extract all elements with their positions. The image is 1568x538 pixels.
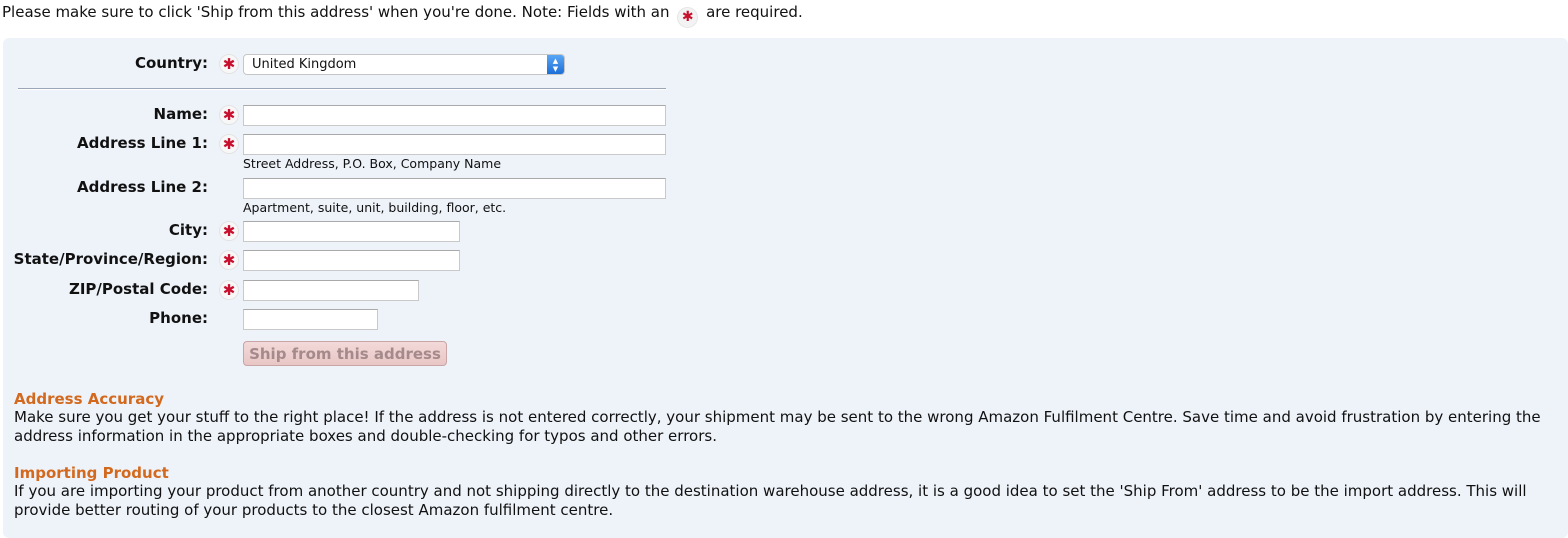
required-asterisk-icon: ✱ [219, 221, 239, 241]
address-line-2-input[interactable] [243, 178, 666, 199]
required-asterisk-icon: ✱ [219, 250, 239, 270]
importing-product-heading: Importing Product [14, 464, 169, 482]
ship-from-this-address-button[interactable]: Ship from this address [243, 341, 447, 366]
phone-input[interactable] [243, 309, 378, 330]
city-input[interactable] [243, 221, 460, 242]
section-divider [18, 88, 666, 90]
zip-postal-code-input[interactable] [243, 280, 419, 301]
zip-postal-code-label: ZIP/Postal Code: [68, 280, 208, 298]
country-select[interactable]: United Kingdom ▲ ▼ [243, 54, 565, 75]
required-asterisk-icon: ✱ [677, 7, 699, 28]
name-input[interactable] [243, 105, 666, 126]
country-select-value: United Kingdom [252, 57, 357, 72]
address-accuracy-heading: Address Accuracy [14, 390, 164, 408]
instruction-note: Please make sure to click 'Ship from thi… [2, 3, 803, 28]
importing-product-text: If you are importing your product from a… [14, 482, 1527, 519]
address-line-1-hint: Street Address, P.O. Box, Company Name [243, 156, 502, 171]
select-up-down-icon: ▲ ▼ [547, 55, 564, 74]
city-label: City: [168, 221, 208, 239]
instruction-text-before: Please make sure to click 'Ship from thi… [2, 3, 670, 21]
required-asterisk-icon: ✱ [219, 105, 239, 125]
name-label: Name: [153, 105, 208, 123]
instruction-text-after: are required. [706, 3, 803, 21]
address-line-2-hint: Apartment, suite, unit, building, floor,… [243, 200, 507, 215]
address-line-2-label: Address Line 2: [77, 178, 208, 196]
required-asterisk-icon: ✱ [219, 54, 239, 74]
address-accuracy-text: Make sure you get your stuff to the righ… [14, 408, 1541, 445]
required-asterisk-icon: ✱ [219, 280, 239, 300]
country-label: Country: [134, 54, 208, 72]
state-province-region-label: State/Province/Region: [13, 250, 208, 268]
address-line-1-input[interactable] [243, 134, 666, 155]
ship-from-address-panel: Country: ✱ United Kingdom ▲ ▼ Name: ✱ Add… [3, 38, 1568, 538]
phone-label: Phone: [149, 309, 208, 327]
required-asterisk-icon: ✱ [219, 134, 239, 154]
state-province-region-input[interactable] [243, 250, 460, 271]
address-line-1-label: Address Line 1: [77, 134, 208, 152]
